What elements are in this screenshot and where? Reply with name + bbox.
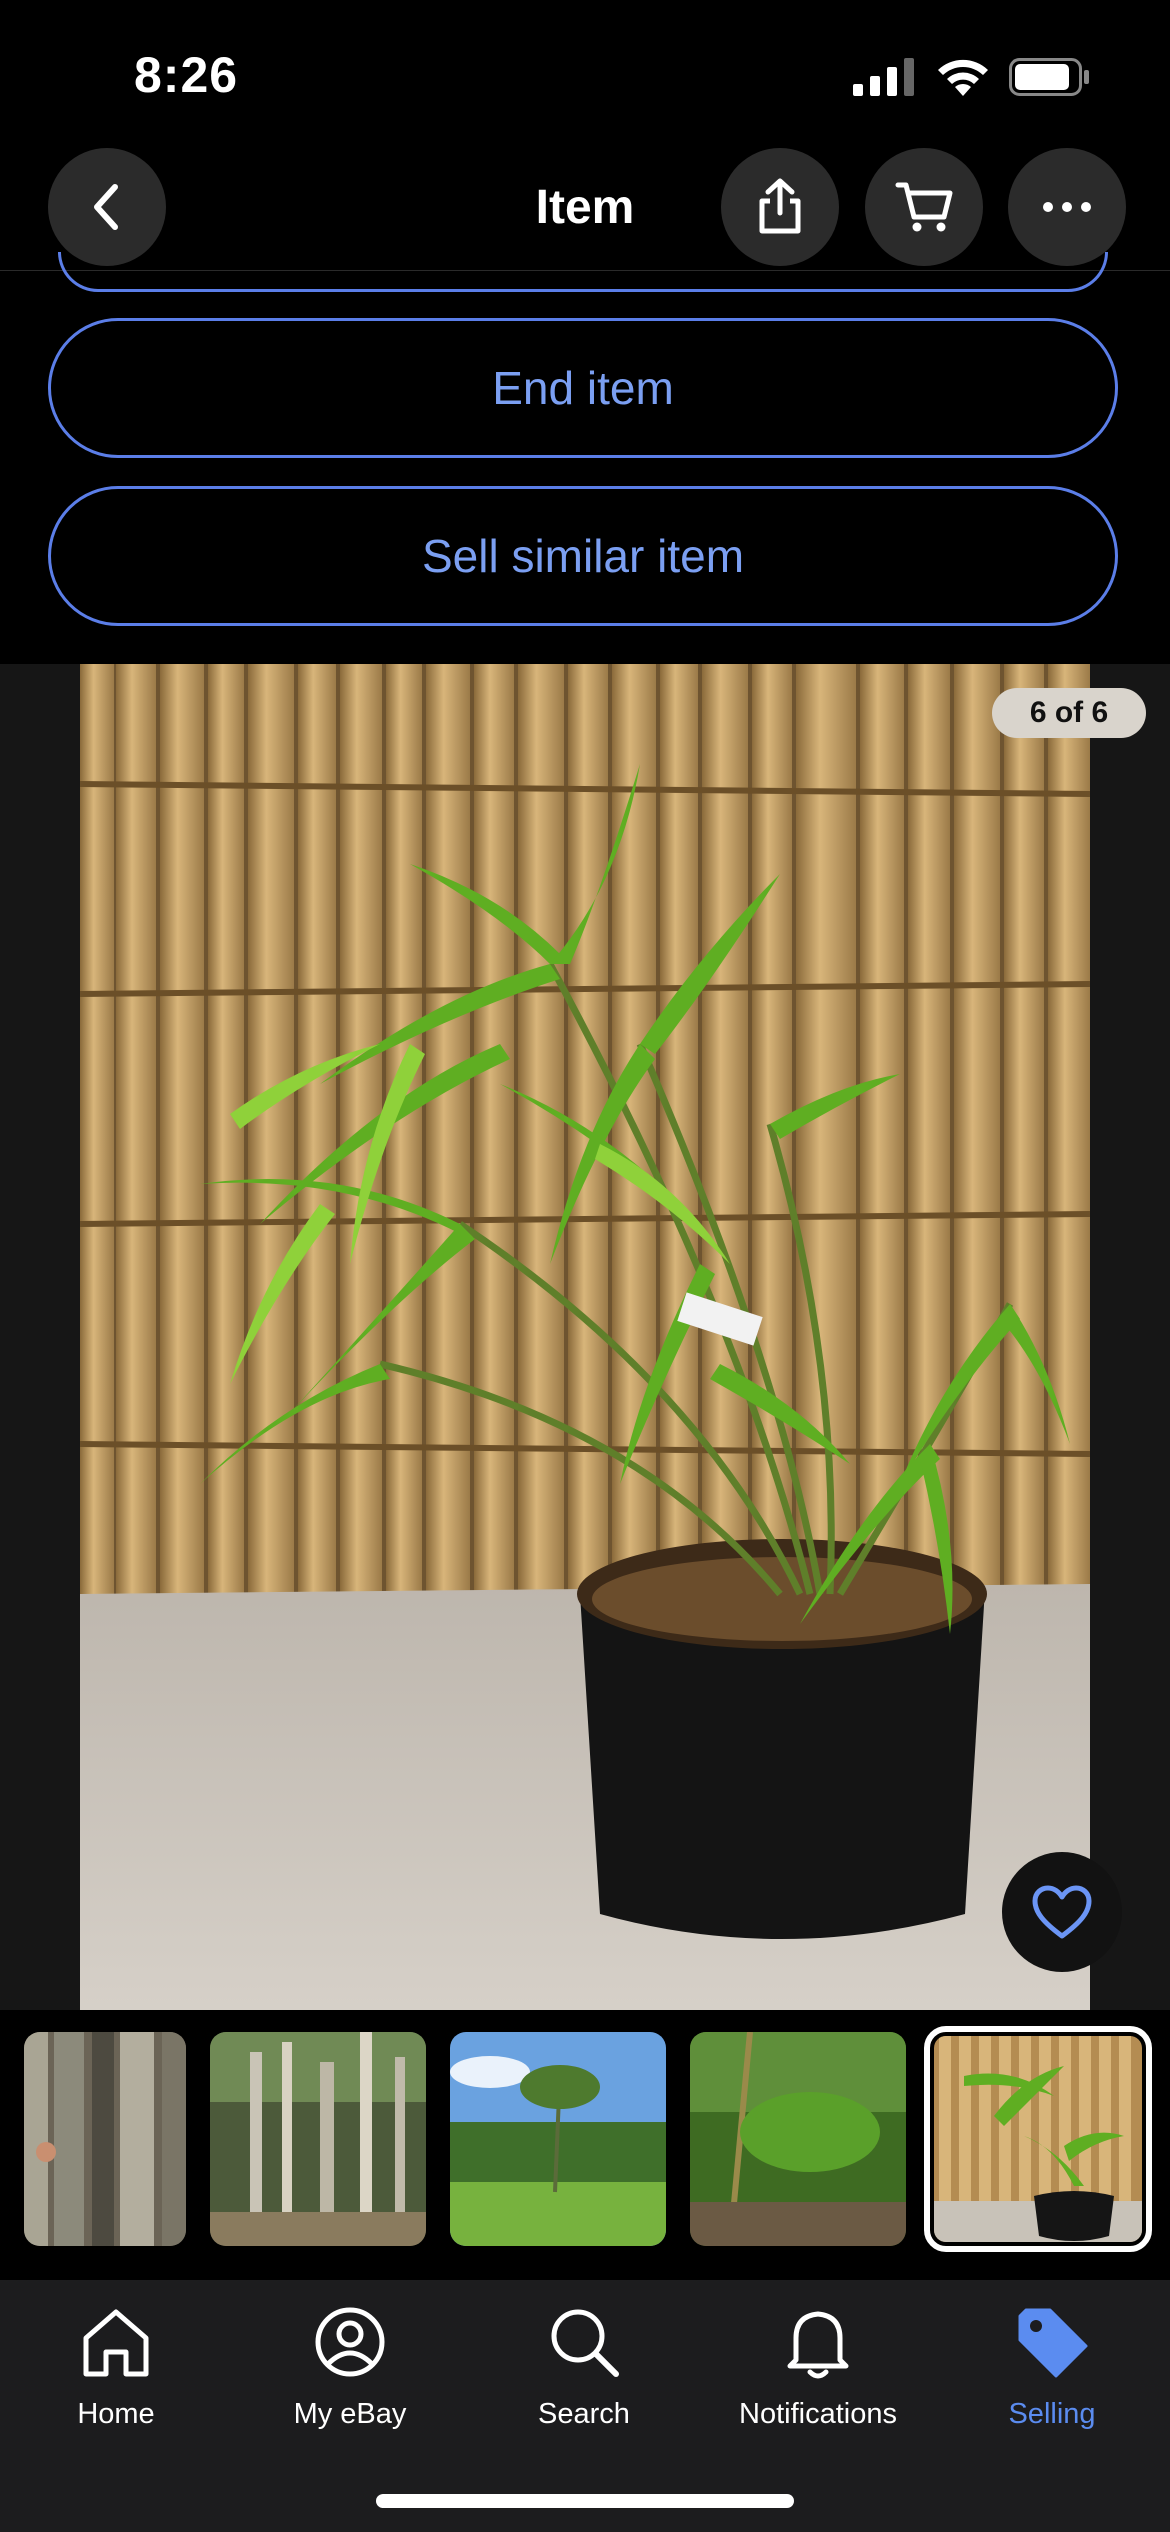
cart-icon (895, 182, 953, 232)
thumbnail-5-selected[interactable] (924, 2026, 1152, 2252)
heart-icon (1032, 1885, 1092, 1939)
tab-notifications[interactable]: Notifications (718, 2298, 918, 2438)
thumbnail-1[interactable] (24, 2032, 186, 2246)
potted-bamboo-thumbnail-image (934, 2036, 1142, 2242)
more-dots-icon (1043, 202, 1091, 212)
thumbnail-2[interactable] (210, 2032, 426, 2246)
bamboo-culms-closeup-image (24, 2032, 186, 2246)
watch-button[interactable] (1002, 1852, 1122, 1972)
chevron-left-icon (94, 184, 118, 230)
potted-bamboo-image (80, 664, 1090, 2010)
tag-icon (1018, 2308, 1088, 2378)
item-photo[interactable] (80, 664, 1090, 2010)
cart-button[interactable] (865, 148, 983, 266)
tab-home-label: Home (77, 2398, 155, 2430)
end-item-button[interactable]: End item (48, 318, 1118, 458)
tab-my-ebay-label: My eBay (293, 2398, 407, 2430)
image-counter-badge: 6 of 6 (992, 688, 1146, 738)
back-button[interactable] (48, 148, 166, 266)
share-button[interactable] (721, 148, 839, 266)
home-icon (83, 2309, 149, 2377)
tab-notifications-label: Notifications (739, 2398, 897, 2430)
battery-icon (1009, 58, 1089, 96)
bamboo-grove-image (210, 2032, 426, 2246)
tab-selling-label: Selling (1008, 2398, 1096, 2430)
search-icon (551, 2309, 619, 2377)
bamboo-garden-image (690, 2032, 906, 2246)
sell-similar-item-button[interactable]: Sell similar item (48, 486, 1118, 626)
page-title: Item (535, 181, 635, 234)
tab-search-label: Search (538, 2398, 630, 2430)
bell-icon (787, 2311, 849, 2379)
bamboo-field-sky-image (450, 2032, 666, 2246)
wifi-icon (938, 59, 988, 96)
user-circle-icon (315, 2307, 385, 2377)
scrolled-action-button[interactable] (58, 252, 1108, 292)
share-icon (759, 178, 801, 234)
tab-home[interactable]: Home (16, 2298, 216, 2438)
tab-selling[interactable]: Selling (952, 2298, 1152, 2438)
more-options-button[interactable] (1008, 148, 1126, 266)
status-time: 8:26 (134, 47, 239, 103)
thumbnail-4[interactable] (690, 2032, 906, 2246)
cellular-signal-icon (853, 58, 914, 96)
tab-my-ebay[interactable]: My eBay (250, 2298, 450, 2438)
thumbnail-3[interactable] (450, 2032, 666, 2246)
tab-search[interactable]: Search (484, 2298, 684, 2438)
home-indicator (376, 2494, 794, 2508)
